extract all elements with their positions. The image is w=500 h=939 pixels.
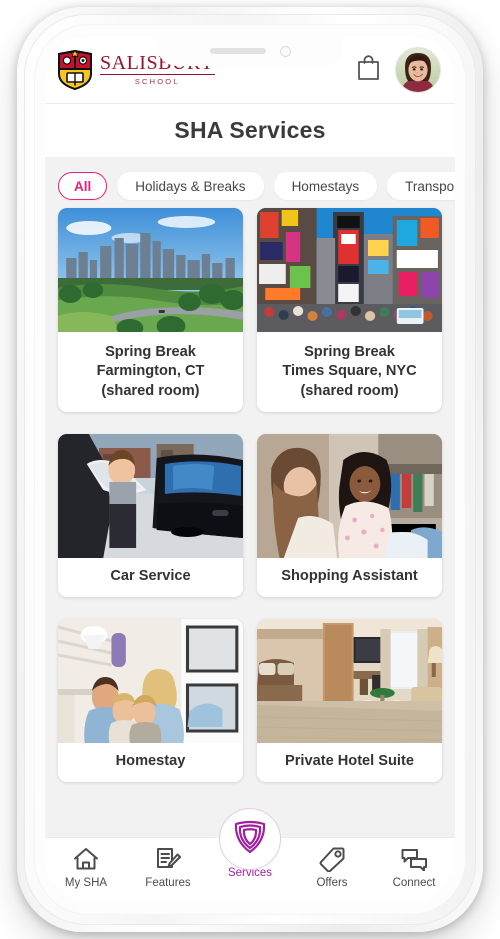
avatar[interactable]	[395, 46, 441, 93]
hotel-suite-photo	[257, 619, 442, 743]
card-title: Car Service	[110, 567, 191, 584]
header-actions	[356, 46, 441, 93]
tab-connect[interactable]: Connect	[373, 838, 455, 889]
tab-features[interactable]: Features	[127, 838, 209, 889]
card-title: Spring Break Times Square, NYC (shared r…	[282, 344, 417, 399]
tab-label: Features	[145, 877, 191, 889]
front-camera-icon	[279, 45, 291, 57]
card-title: Homestay	[115, 753, 186, 769]
services-grid: Spring Break Farmington, CT (shared room…	[45, 208, 455, 856]
card-body: Car Service	[58, 558, 243, 597]
tab-label: Connect	[392, 877, 436, 889]
shopping-bag-icon[interactable]	[356, 54, 381, 86]
filter-chips[interactable]: All Holidays & Breaks Homestays Transpor…	[45, 164, 455, 208]
tab-my-sha[interactable]: My SHA	[45, 838, 127, 889]
service-card[interactable]: Spring Break Times Square, NYC (shared r…	[257, 208, 442, 412]
tab-services[interactable]: Services	[209, 808, 291, 879]
salisbury-school-crest-icon	[57, 49, 93, 90]
shield-icon	[230, 817, 270, 862]
brand-subtitle: SCHOOL	[134, 77, 180, 87]
service-card[interactable]: Private Hotel Suite	[257, 619, 442, 783]
two-women-shopping-photo	[257, 433, 442, 558]
service-card[interactable]: Homestay	[58, 619, 243, 783]
title-bar: SHA Services	[45, 104, 455, 157]
page-title: SHA Services	[174, 117, 326, 143]
phone-screen: SALISBURY SCHOOL SHA Services All Holida…	[45, 36, 455, 903]
tab-label: My SHA	[64, 877, 108, 889]
chat-bubbles-icon	[401, 846, 428, 872]
tab-offers[interactable]: Offers	[291, 838, 373, 889]
card-body: Spring Break Times Square, NYC (shared r…	[257, 332, 442, 412]
card-body: Spring Break Farmington, CT (shared room…	[58, 332, 243, 412]
phone-notch	[157, 36, 343, 66]
city-skyline-park-photo	[58, 208, 243, 332]
document-pencil-icon	[155, 846, 181, 872]
card-title: Private Hotel Suite	[285, 753, 414, 769]
service-card[interactable]: Shopping Assistant	[257, 433, 442, 597]
filter-chip-holidays-breaks[interactable]: Holidays & Breaks	[117, 172, 264, 200]
filter-chip-all[interactable]: All	[58, 172, 108, 200]
screenshot-stage: SALISBURY SCHOOL SHA Services All Holida…	[0, 0, 500, 939]
home-icon	[73, 846, 99, 872]
chauffeur-car-photo	[58, 433, 243, 558]
card-title: Shopping Assistant	[281, 567, 418, 584]
filter-chip-transportation[interactable]: Transportation	[387, 172, 455, 200]
filter-chip-homestays[interactable]: Homestays	[273, 172, 378, 200]
times-square-photo	[257, 208, 442, 332]
service-card[interactable]: Car Service	[58, 433, 243, 597]
host-family-photo	[58, 619, 243, 743]
card-body: Shopping Assistant	[257, 558, 442, 597]
tab-label: Offers	[316, 877, 348, 889]
card-body: Private Hotel Suite	[257, 743, 442, 782]
bottom-navigation: My SHA Features Services Offers Connect	[45, 808, 455, 903]
card-body: Homestay	[58, 743, 243, 782]
service-card[interactable]: Spring Break Farmington, CT (shared room…	[58, 208, 243, 412]
card-title: Spring Break Farmington, CT (shared room…	[96, 344, 205, 399]
speaker-grille-icon	[209, 48, 266, 54]
header-divider	[45, 103, 455, 104]
services-fab[interactable]	[219, 808, 281, 870]
price-tag-icon	[319, 846, 345, 872]
